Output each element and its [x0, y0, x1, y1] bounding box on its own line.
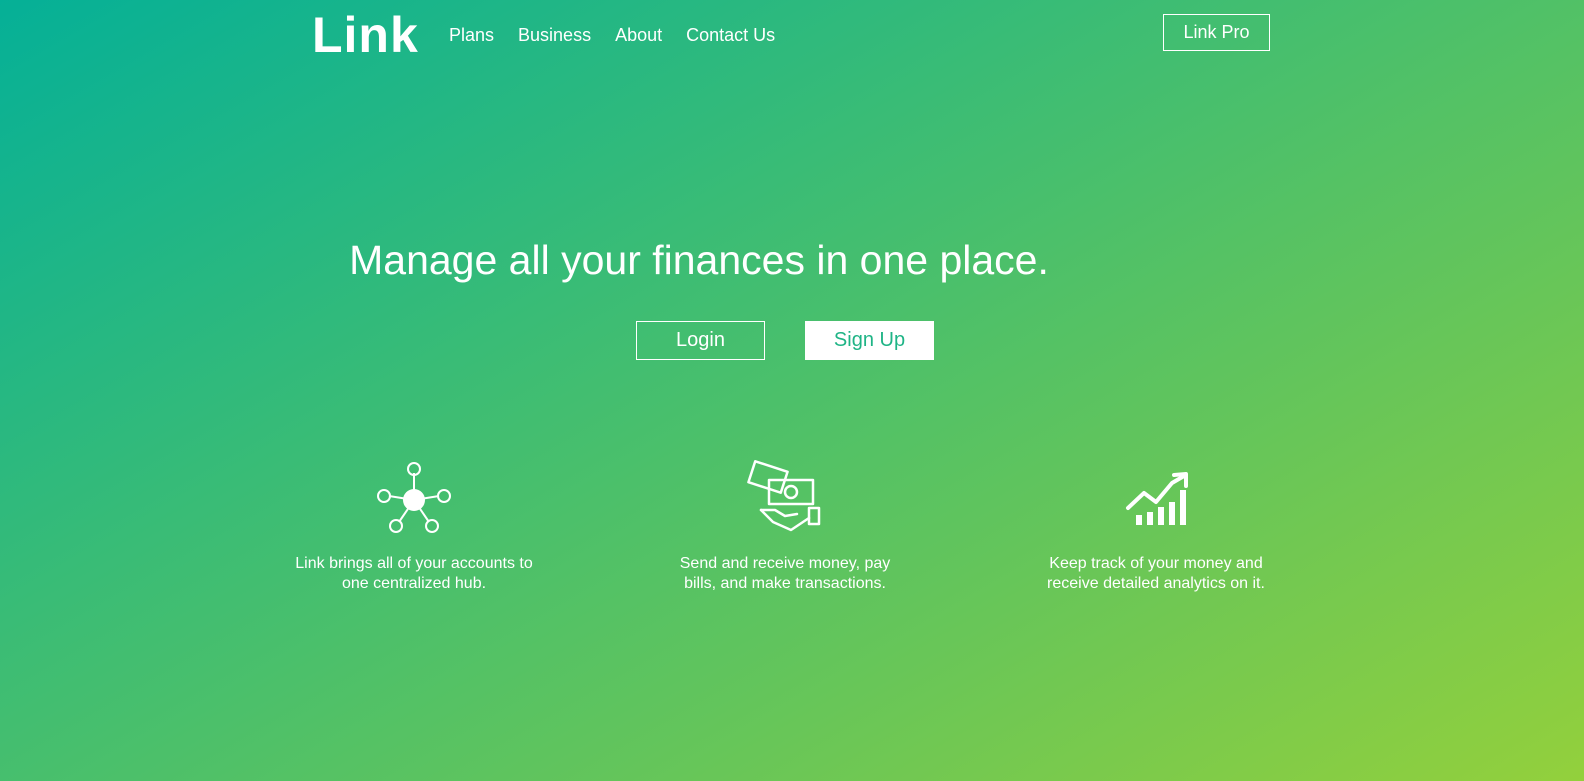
- feature-accounts-hub: Link brings all of your accounts to one …: [264, 460, 564, 594]
- link-pro-button[interactable]: Link Pro: [1163, 14, 1270, 51]
- feature-transactions: Send and receive money, pay bills, and m…: [635, 460, 935, 594]
- analytics-chart-icon: [1126, 472, 1188, 525]
- nav-links: Plans Business About Contact Us: [449, 24, 775, 46]
- top-navigation: Link Plans Business About Contact Us Lin…: [0, 0, 1584, 70]
- feature-accounts-text: Link brings all of your accounts to one …: [295, 555, 533, 592]
- nav-link-plans[interactable]: Plans: [449, 24, 494, 46]
- link-logo[interactable]: Link: [312, 10, 424, 56]
- feature-analytics-text: Keep track of your money and receive det…: [1047, 555, 1265, 592]
- hub-network-icon: [377, 462, 451, 533]
- hero-title: Manage all your finances in one place.: [349, 237, 1049, 283]
- sign-up-button[interactable]: Sign Up: [805, 321, 934, 360]
- feature-analytics: Keep track of your money and receive det…: [1006, 460, 1306, 594]
- nav-link-business[interactable]: Business: [518, 24, 591, 46]
- login-button[interactable]: Login: [636, 321, 765, 360]
- money-hand-icon: [747, 460, 821, 532]
- feature-transactions-text: Send and receive money, pay bills, and m…: [679, 555, 891, 592]
- svg-text:Link: Link: [312, 10, 419, 56]
- nav-link-contact-us[interactable]: Contact Us: [686, 24, 775, 46]
- nav-link-about[interactable]: About: [615, 24, 662, 46]
